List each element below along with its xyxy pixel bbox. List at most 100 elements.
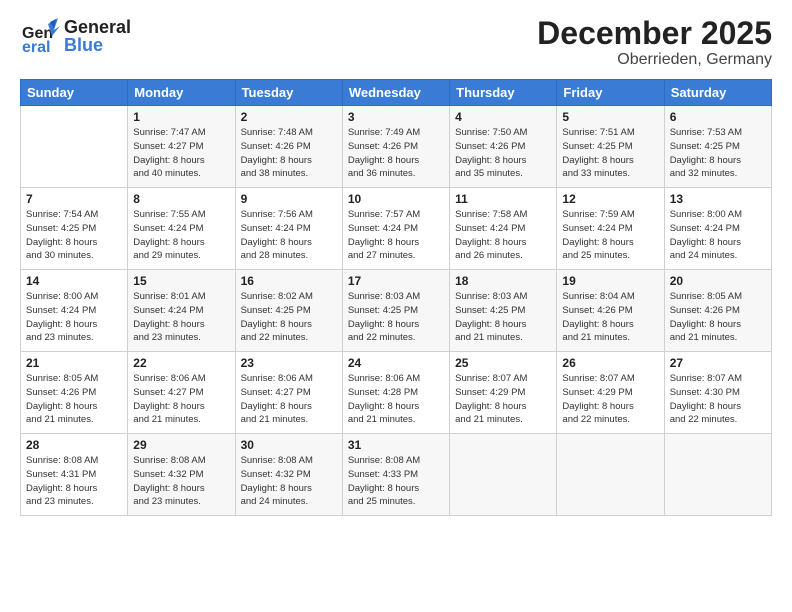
calendar-subtitle: Oberrieden, Germany xyxy=(537,51,772,69)
calendar-cell: 31 Sunrise: 8:08 AM Sunset: 4:33 PM Dayli… xyxy=(342,434,449,516)
day-info: Sunrise: 8:08 AM Sunset: 4:33 PM Dayligh… xyxy=(348,454,444,509)
page: Gen eral General Blue December 2025 Ober… xyxy=(0,0,792,612)
calendar-cell: 14 Sunrise: 8:00 AM Sunset: 4:24 PM Dayli… xyxy=(21,270,128,352)
calendar-cell: 11Sunrise: 7:58 AM Sunset: 4:24 PM Dayli… xyxy=(450,188,557,270)
calendar-cell: 26Sunrise: 8:07 AM Sunset: 4:29 PM Dayli… xyxy=(557,352,664,434)
weekday-header-monday: Monday xyxy=(128,80,235,106)
day-number: 29 xyxy=(133,438,229,452)
day-number: 9 xyxy=(241,192,337,206)
calendar-cell: 7Sunrise: 7:54 AM Sunset: 4:25 PM Daylig… xyxy=(21,188,128,270)
calendar-table: SundayMondayTuesdayWednesdayThursdayFrid… xyxy=(20,79,772,516)
calendar-week-5: 28Sunrise: 8:08 AM Sunset: 4:31 PM Dayli… xyxy=(21,434,772,516)
calendar-cell: 24 Sunrise: 8:06 AM Sunset: 4:28 PM Dayli… xyxy=(342,352,449,434)
day-info: Sunrise: 8:08 AM Sunset: 4:32 PM Dayligh… xyxy=(133,454,229,509)
calendar-cell: 10Sunrise: 7:57 AM Sunset: 4:24 PM Dayli… xyxy=(342,188,449,270)
calendar-cell: 29 Sunrise: 8:08 AM Sunset: 4:32 PM Dayli… xyxy=(128,434,235,516)
day-info: Sunrise: 7:51 AM Sunset: 4:25 PM Dayligh… xyxy=(562,126,658,181)
logo-text: General Blue xyxy=(64,18,131,54)
calendar-cell: 23Sunrise: 8:06 AM Sunset: 4:27 PM Dayli… xyxy=(235,352,342,434)
day-info: Sunrise: 7:59 AM Sunset: 4:24 PM Dayligh… xyxy=(562,208,658,263)
calendar-week-3: 14 Sunrise: 8:00 AM Sunset: 4:24 PM Dayli… xyxy=(21,270,772,352)
day-info: Sunrise: 8:04 AM Sunset: 4:26 PM Dayligh… xyxy=(562,290,658,345)
calendar-cell: 8 Sunrise: 7:55 AM Sunset: 4:24 PM Daylig… xyxy=(128,188,235,270)
day-number: 2 xyxy=(241,110,337,124)
day-number: 19 xyxy=(562,274,658,288)
calendar-title: December 2025 xyxy=(537,16,772,51)
day-info: Sunrise: 7:53 AM Sunset: 4:25 PM Dayligh… xyxy=(670,126,766,181)
day-number: 15 xyxy=(133,274,229,288)
calendar-cell: 13 Sunrise: 8:00 AM Sunset: 4:24 PM Dayli… xyxy=(664,188,771,270)
day-info: Sunrise: 7:57 AM Sunset: 4:24 PM Dayligh… xyxy=(348,208,444,263)
day-info: Sunrise: 8:06 AM Sunset: 4:28 PM Dayligh… xyxy=(348,372,444,427)
calendar-cell: 17Sunrise: 8:03 AM Sunset: 4:25 PM Dayli… xyxy=(342,270,449,352)
day-info: Sunrise: 8:00 AM Sunset: 4:24 PM Dayligh… xyxy=(670,208,766,263)
calendar-cell: 12Sunrise: 7:59 AM Sunset: 4:24 PM Dayli… xyxy=(557,188,664,270)
weekday-header-wednesday: Wednesday xyxy=(342,80,449,106)
calendar-cell: 15 Sunrise: 8:01 AM Sunset: 4:24 PM Dayli… xyxy=(128,270,235,352)
weekday-header-saturday: Saturday xyxy=(664,80,771,106)
day-number: 18 xyxy=(455,274,551,288)
day-info: Sunrise: 8:05 AM Sunset: 4:26 PM Dayligh… xyxy=(26,372,122,427)
day-number: 30 xyxy=(241,438,337,452)
logo-general-text: General xyxy=(64,18,131,36)
day-info: Sunrise: 8:03 AM Sunset: 4:25 PM Dayligh… xyxy=(455,290,551,345)
weekday-header-row: SundayMondayTuesdayWednesdayThursdayFrid… xyxy=(21,80,772,106)
calendar-cell: 16 Sunrise: 8:02 AM Sunset: 4:25 PM Dayli… xyxy=(235,270,342,352)
day-info: Sunrise: 8:08 AM Sunset: 4:32 PM Dayligh… xyxy=(241,454,337,509)
day-number: 7 xyxy=(26,192,122,206)
day-info: Sunrise: 8:03 AM Sunset: 4:25 PM Dayligh… xyxy=(348,290,444,345)
calendar-cell: 3Sunrise: 7:49 AM Sunset: 4:26 PM Daylig… xyxy=(342,106,449,188)
calendar-cell: 19 Sunrise: 8:04 AM Sunset: 4:26 PM Dayli… xyxy=(557,270,664,352)
day-info: Sunrise: 8:06 AM Sunset: 4:27 PM Dayligh… xyxy=(241,372,337,427)
calendar-cell: 6 Sunrise: 7:53 AM Sunset: 4:25 PM Daylig… xyxy=(664,106,771,188)
calendar-cell: 30 Sunrise: 8:08 AM Sunset: 4:32 PM Dayli… xyxy=(235,434,342,516)
day-info: Sunrise: 8:00 AM Sunset: 4:24 PM Dayligh… xyxy=(26,290,122,345)
day-number: 4 xyxy=(455,110,551,124)
day-number: 27 xyxy=(670,356,766,370)
day-number: 14 xyxy=(26,274,122,288)
day-info: Sunrise: 8:07 AM Sunset: 4:29 PM Dayligh… xyxy=(455,372,551,427)
calendar-cell: 20 Sunrise: 8:05 AM Sunset: 4:26 PM Dayli… xyxy=(664,270,771,352)
calendar-cell: 9 Sunrise: 7:56 AM Sunset: 4:24 PM Daylig… xyxy=(235,188,342,270)
svg-text:eral: eral xyxy=(22,39,50,56)
calendar-cell: 25 Sunrise: 8:07 AM Sunset: 4:29 PM Dayli… xyxy=(450,352,557,434)
day-number: 8 xyxy=(133,192,229,206)
day-info: Sunrise: 8:05 AM Sunset: 4:26 PM Dayligh… xyxy=(670,290,766,345)
calendar-week-1: 1Sunrise: 7:47 AM Sunset: 4:27 PM Daylig… xyxy=(21,106,772,188)
day-number: 31 xyxy=(348,438,444,452)
day-info: Sunrise: 7:50 AM Sunset: 4:26 PM Dayligh… xyxy=(455,126,551,181)
day-info: Sunrise: 8:02 AM Sunset: 4:25 PM Dayligh… xyxy=(241,290,337,345)
calendar-week-2: 7Sunrise: 7:54 AM Sunset: 4:25 PM Daylig… xyxy=(21,188,772,270)
day-info: Sunrise: 8:01 AM Sunset: 4:24 PM Dayligh… xyxy=(133,290,229,345)
calendar-cell xyxy=(664,434,771,516)
calendar-week-4: 21 Sunrise: 8:05 AM Sunset: 4:26 PM Dayli… xyxy=(21,352,772,434)
title-block: December 2025 Oberrieden, Germany xyxy=(537,16,772,69)
day-number: 1 xyxy=(133,110,229,124)
day-number: 25 xyxy=(455,356,551,370)
logo-blue-text: Blue xyxy=(64,36,131,54)
calendar-cell: 21 Sunrise: 8:05 AM Sunset: 4:26 PM Dayli… xyxy=(21,352,128,434)
day-info: Sunrise: 7:56 AM Sunset: 4:24 PM Dayligh… xyxy=(241,208,337,263)
day-info: Sunrise: 7:55 AM Sunset: 4:24 PM Dayligh… xyxy=(133,208,229,263)
calendar-cell: 5Sunrise: 7:51 AM Sunset: 4:25 PM Daylig… xyxy=(557,106,664,188)
day-number: 22 xyxy=(133,356,229,370)
day-info: Sunrise: 7:48 AM Sunset: 4:26 PM Dayligh… xyxy=(241,126,337,181)
weekday-header-sunday: Sunday xyxy=(21,80,128,106)
day-number: 21 xyxy=(26,356,122,370)
calendar-cell xyxy=(557,434,664,516)
day-number: 20 xyxy=(670,274,766,288)
logo-icon: Gen eral xyxy=(20,16,60,56)
day-info: Sunrise: 8:07 AM Sunset: 4:29 PM Dayligh… xyxy=(562,372,658,427)
day-number: 6 xyxy=(670,110,766,124)
day-info: Sunrise: 7:58 AM Sunset: 4:24 PM Dayligh… xyxy=(455,208,551,263)
day-number: 16 xyxy=(241,274,337,288)
day-number: 13 xyxy=(670,192,766,206)
day-info: Sunrise: 7:49 AM Sunset: 4:26 PM Dayligh… xyxy=(348,126,444,181)
calendar-cell: 27 Sunrise: 8:07 AM Sunset: 4:30 PM Dayli… xyxy=(664,352,771,434)
day-info: Sunrise: 8:07 AM Sunset: 4:30 PM Dayligh… xyxy=(670,372,766,427)
day-info: Sunrise: 8:06 AM Sunset: 4:27 PM Dayligh… xyxy=(133,372,229,427)
calendar-cell: 18 Sunrise: 8:03 AM Sunset: 4:25 PM Dayli… xyxy=(450,270,557,352)
day-number: 24 xyxy=(348,356,444,370)
calendar-cell xyxy=(21,106,128,188)
calendar-header: SundayMondayTuesdayWednesdayThursdayFrid… xyxy=(21,80,772,106)
